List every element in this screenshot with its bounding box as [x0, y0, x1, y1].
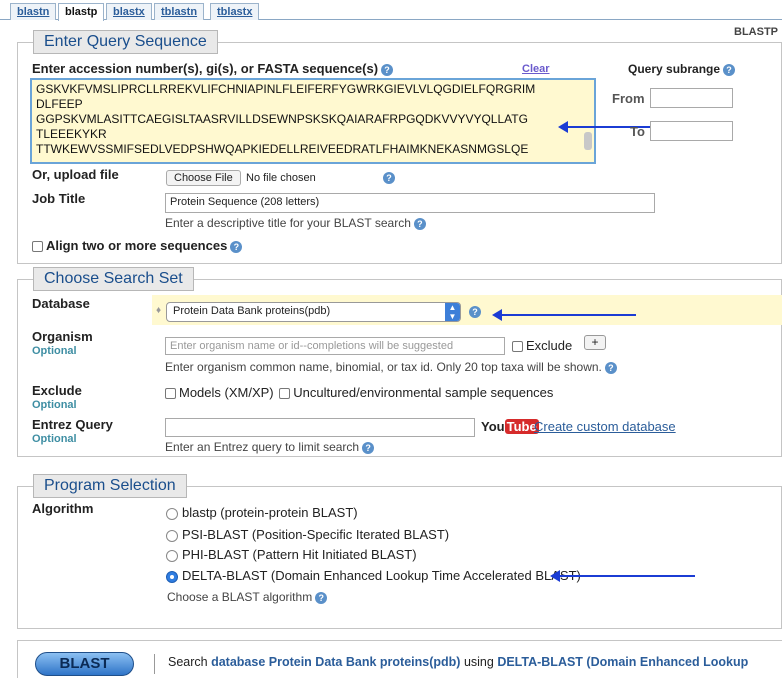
algorithm-option-phi-blast[interactable]: PHI-BLAST (Pattern Hit Initiated BLAST) — [166, 547, 417, 562]
organism-label: Organism — [32, 329, 93, 344]
from-input[interactable] — [650, 88, 733, 108]
help-icon[interactable]: ? — [383, 172, 395, 184]
query-label: Enter accession number(s), gi(s), or FAS… — [32, 61, 394, 76]
tab-blastp[interactable]: blastp — [58, 3, 105, 21]
uncultured-checkbox[interactable] — [279, 388, 291, 400]
annotation-arrow — [550, 570, 695, 582]
clear-link[interactable]: Clear — [522, 63, 550, 75]
job-title-hint-text: Enter a descriptive title for your BLAST… — [165, 216, 411, 230]
algorithm-option-label: PSI-BLAST (Position-Specific Iterated BL… — [182, 527, 450, 542]
entrez-hint: Enter an Entrez query to limit search? — [165, 440, 375, 454]
query-legend: Enter Query Sequence — [33, 30, 218, 54]
annotation-arrow — [492, 309, 636, 321]
algorithm-option-label: PHI-BLAST (Pattern Hit Initiated BLAST) — [182, 547, 417, 562]
sequence-line: GGPSKVMLASITTCAEGISLTAASRVILLDSEWNPSKSKQ… — [36, 112, 528, 126]
entrez-label: Entrez Query — [32, 417, 113, 432]
program-label: BLASTP — [734, 26, 778, 38]
algorithm-option-label: DELTA-BLAST (Domain Enhanced Lookup Time… — [182, 568, 581, 583]
models-checkbox[interactable] — [165, 388, 176, 400]
upload-label: Or, upload file — [32, 167, 119, 182]
align-label: Align two or more sequences — [46, 238, 228, 253]
divider — [154, 654, 155, 674]
tab-blastn[interactable]: blastn — [10, 3, 57, 20]
search-using: using — [463, 655, 494, 669]
blast-button[interactable]: BLAST — [35, 652, 134, 676]
organism-hint: Enter organism common name, binomial, or… — [165, 360, 617, 374]
youtube-you: You — [481, 419, 505, 434]
search-set-legend: Choose Search Set — [33, 267, 194, 291]
subrange-title: Query subrange? — [628, 62, 736, 76]
algorithm-option-delta-blast[interactable]: DELTA-BLAST (Domain Enhanced Lookup Time… — [166, 568, 581, 583]
no-file-text: No file chosen — [246, 172, 316, 184]
program-tabs: blastn blastp blastx tblastn tblastx — [0, 0, 782, 21]
help-icon[interactable]: ? — [230, 240, 243, 253]
help-icon[interactable]: ? — [604, 361, 617, 374]
database-select-value: Protein Data Bank proteins(pdb) — [173, 305, 331, 317]
scrollbar-thumb[interactable] — [584, 132, 592, 150]
search-database: database Protein Data Bank proteins(pdb) — [211, 655, 461, 669]
uncultured-label: Uncultured/environmental sample sequence… — [293, 385, 554, 400]
database-label: Database — [32, 296, 90, 311]
youtube-logo[interactable]: You Tube — [481, 419, 539, 434]
help-icon[interactable]: ? — [362, 441, 375, 454]
entrez-input[interactable] — [165, 418, 475, 437]
algorithm-option-blastp[interactable]: blastp (protein-protein BLAST) — [166, 505, 358, 520]
help-icon[interactable]: ? — [723, 63, 736, 76]
algorithm-radio[interactable] — [166, 529, 178, 542]
to-label: To — [630, 124, 645, 139]
program-legend: Program Selection — [33, 474, 187, 498]
sequence-line: TLEEEKYKR — [36, 127, 107, 141]
sequence-line: TTWKEWVSSMIFSEDLVEDPSHWQAPKIEDELLREIVEED… — [36, 142, 529, 156]
subrange-title-text: Query subrange — [628, 62, 721, 76]
search-summary: Search database Protein Data Bank protei… — [168, 655, 748, 669]
to-input[interactable] — [650, 121, 733, 141]
exclude-organism-option[interactable]: Exclude — [512, 338, 572, 353]
create-custom-database-link[interactable]: Create custom database — [534, 419, 676, 434]
organism-optional: Optional — [32, 345, 77, 357]
from-label: From — [612, 91, 645, 106]
tab-tblastn[interactable]: tblastn — [154, 3, 205, 20]
algorithm-hint: Choose a BLAST algorithm? — [167, 590, 328, 604]
algorithm-radio-selected[interactable] — [166, 570, 178, 583]
job-title-label: Job Title — [32, 191, 86, 206]
organism-input[interactable]: Enter organism name or id--completions w… — [165, 337, 505, 355]
job-title-input[interactable]: Protein Sequence (208 letters) — [165, 193, 655, 213]
exclude-options: Models (XM/XP) Uncultured/environmental … — [165, 385, 553, 400]
query-label-text: Enter accession number(s), gi(s), or FAS… — [32, 61, 379, 76]
organism-hint-text: Enter organism common name, binomial, or… — [165, 360, 602, 374]
job-title-hint: Enter a descriptive title for your BLAST… — [165, 216, 426, 230]
required-diamond-icon: ♦ — [156, 305, 162, 316]
algorithm-label: Algorithm — [32, 501, 94, 516]
algorithm-radio[interactable] — [166, 549, 178, 562]
tab-tblastx[interactable]: tblastx — [210, 3, 260, 20]
select-chevron-icon: ▲ ▼ — [445, 303, 460, 321]
algorithm-option-label: blastp (protein-protein BLAST) — [182, 505, 358, 520]
algorithm-option-psi-blast[interactable]: PSI-BLAST (Position-Specific Iterated BL… — [166, 527, 449, 542]
algorithm-radio[interactable] — [166, 507, 178, 520]
models-label: Models (XM/XP) — [179, 385, 274, 400]
add-organism-button[interactable]: + — [584, 335, 606, 350]
help-icon[interactable]: ? — [381, 63, 394, 76]
exclude-organism-label: Exclude — [526, 338, 573, 353]
entrez-hint-text: Enter an Entrez query to limit search — [165, 440, 360, 454]
align-checkbox[interactable] — [32, 241, 43, 253]
exclude-label: Exclude — [32, 383, 82, 398]
search-algorithm: DELTA-BLAST (Domain Enhanced Lookup — [497, 655, 749, 669]
database-select[interactable]: Protein Data Bank proteins(pdb) ▲ ▼ — [166, 302, 461, 322]
choose-file-button[interactable]: Choose File — [166, 170, 241, 186]
align-option[interactable]: Align two or more sequences? — [32, 238, 243, 253]
entrez-optional: Optional — [32, 433, 77, 445]
sequence-line: DLFEEP — [36, 97, 83, 111]
search-prefix: Search — [168, 655, 208, 669]
exclude-organism-checkbox[interactable] — [512, 341, 523, 353]
exclude-optional: Optional — [32, 399, 77, 411]
help-icon[interactable]: ? — [413, 217, 426, 230]
sequence-line: GSKVKFVMSLIPRCLLRREKVLIFCHNIAPINLFLEIFER… — [36, 82, 536, 96]
help-icon[interactable]: ? — [315, 591, 328, 604]
help-icon[interactable]: ? — [469, 306, 481, 318]
organism-placeholder: Enter organism name or id--completions w… — [170, 340, 454, 352]
tab-blastx[interactable]: blastx — [106, 3, 152, 20]
query-sequence-input[interactable]: GSKVKFVMSLIPRCLLRREKVLIFCHNIAPINLFLEIFER… — [30, 78, 596, 164]
algorithm-hint-text: Choose a BLAST algorithm — [167, 590, 313, 604]
